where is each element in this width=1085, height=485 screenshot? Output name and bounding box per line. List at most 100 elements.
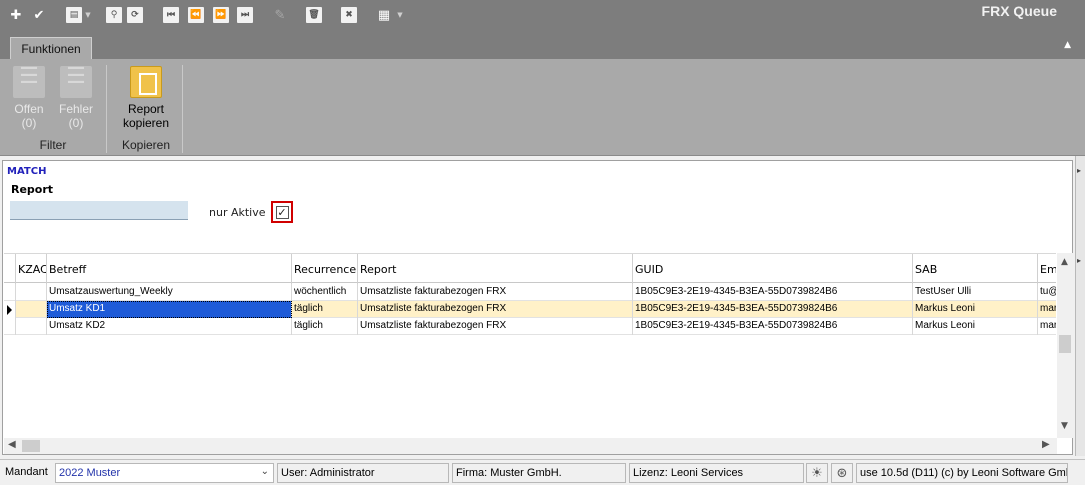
horizontal-scroll-thumb[interactable]: [22, 440, 40, 452]
group-label-kopieren: Kopieren: [121, 138, 171, 152]
splitter-arrow-icon: ▸: [1077, 166, 1082, 175]
network-icon[interactable]: ⊛: [831, 463, 853, 483]
plus-icon[interactable]: ✚: [8, 7, 24, 23]
offen-count: (0): [21, 116, 37, 130]
row-indicator: [4, 318, 16, 335]
offen-label: Offen: [14, 102, 44, 116]
cell-betreff[interactable]: Umsatz KD2: [47, 318, 292, 335]
row-indicator: [4, 301, 16, 318]
fehler-button[interactable]: Fehler (0): [54, 66, 98, 136]
cell-sab[interactable]: Markus Leoni: [913, 301, 1038, 318]
column-header-kzac[interactable]: KZAC: [16, 254, 47, 284]
tab-funktionen[interactable]: Funktionen: [10, 37, 92, 59]
cell-betreff-focused[interactable]: Umsatz KD1: [47, 301, 292, 318]
cell-guid[interactable]: 1B05C9E3-2E19-4345-B3EA-55D0739824B6: [633, 284, 913, 301]
cell-recurrence[interactable]: täglich: [292, 301, 358, 318]
status-bar: Mandant 2022 Muster ⌄ User: Administrato…: [0, 459, 1085, 485]
list-icon: [60, 66, 92, 98]
cell-emp[interactable]: mar: [1038, 318, 1056, 335]
group-label-filter: Filter: [39, 138, 67, 152]
status-firma: Firma: Muster GmbH.: [452, 463, 626, 483]
column-header-betreff[interactable]: Betreff: [47, 254, 292, 284]
ribbon-tab-strip: Funktionen ▲: [0, 34, 1085, 59]
scroll-right-icon[interactable]: ▶: [1042, 439, 1050, 450]
cell-sab[interactable]: TestUser Ulli: [913, 284, 1038, 301]
side-splitter[interactable]: ▸ ▸: [1075, 156, 1085, 456]
scroll-down-icon[interactable]: ▼: [1061, 421, 1068, 431]
nur-aktive-highlight: ✓: [271, 201, 293, 223]
mandant-select[interactable]: 2022 Muster ⌄: [55, 463, 274, 483]
chevron-down-icon[interactable]: ⌄: [261, 466, 269, 477]
edit-icon[interactable]: ✎: [272, 7, 288, 23]
report-kopieren-label-1: Report: [127, 102, 165, 116]
print-icon[interactable]: ▤: [66, 7, 82, 23]
group-separator: [106, 65, 107, 153]
status-user: User: Administrator: [277, 463, 449, 483]
sun-icon[interactable]: ☀: [806, 463, 828, 483]
copy-report-icon: [130, 66, 162, 98]
report-label: Report: [11, 183, 54, 196]
column-header-emp[interactable]: Emp: [1038, 254, 1056, 284]
report-input[interactable]: [10, 201, 188, 220]
main-panel: MATCH Report nur Aktive ✓ KZAC Betreff R…: [2, 160, 1073, 455]
check-icon[interactable]: ✔: [31, 7, 47, 23]
vertical-scrollbar[interactable]: ▲ ▼: [1057, 253, 1073, 438]
scroll-up-icon[interactable]: ▲: [1061, 257, 1068, 267]
fehler-label: Fehler: [58, 102, 93, 116]
scroll-left-icon[interactable]: ◀: [8, 439, 16, 450]
table-row-selected[interactable]: Umsatz KD1 täglich Umsatzliste fakturabe…: [4, 301, 1056, 318]
cell-report[interactable]: Umsatzliste fakturabezogen FRX: [358, 284, 633, 301]
previous-record-icon[interactable]: ⏪: [188, 7, 204, 23]
cell-emp[interactable]: mar: [1038, 301, 1056, 318]
horizontal-scrollbar[interactable]: ◀ ▶: [4, 438, 1057, 454]
close-icon[interactable]: ✖: [341, 7, 357, 23]
list-icon: [13, 66, 45, 98]
table-row[interactable]: Umsatzauswertung_Weekly wöchentlich Umsa…: [4, 284, 1056, 301]
cell-guid[interactable]: 1B05C9E3-2E19-4345-B3EA-55D0739824B6: [633, 301, 913, 318]
cell-kzac[interactable]: [16, 301, 47, 318]
cell-betreff[interactable]: Umsatzauswertung_Weekly: [47, 284, 292, 301]
first-record-icon[interactable]: ⏮: [163, 7, 179, 23]
row-indicator-header: [4, 254, 16, 284]
column-header-guid[interactable]: GUID: [633, 254, 913, 284]
print-dropdown-icon[interactable]: ▼: [84, 7, 92, 23]
nur-aktive-label: nur Aktive: [209, 206, 266, 219]
app-title: FRX Queue: [981, 3, 1057, 19]
cell-kzac[interactable]: [16, 318, 47, 335]
row-indicator: [4, 284, 16, 301]
cell-report[interactable]: Umsatzliste fakturabezogen FRX: [358, 301, 633, 318]
cell-report[interactable]: Umsatzliste fakturabezogen FRX: [358, 318, 633, 335]
column-header-report[interactable]: Report: [358, 254, 633, 284]
table-row[interactable]: Umsatz KD2 täglich Umsatzliste fakturabe…: [4, 318, 1056, 335]
cell-guid[interactable]: 1B05C9E3-2E19-4345-B3EA-55D0739824B6: [633, 318, 913, 335]
cell-recurrence[interactable]: täglich: [292, 318, 358, 335]
cell-sab[interactable]: Markus Leoni: [913, 318, 1038, 335]
nur-aktive-checkbox[interactable]: ✓: [275, 205, 289, 219]
cell-emp[interactable]: tu@: [1038, 284, 1056, 301]
status-version: use 10.5d (D11) (c) by Leoni Software Gm…: [856, 463, 1068, 483]
report-kopieren-button[interactable]: Report kopieren: [120, 66, 172, 136]
status-lizenz: Lizenz: Leoni Services: [629, 463, 804, 483]
column-header-sab[interactable]: SAB: [913, 254, 1038, 284]
last-record-icon[interactable]: ⏭: [237, 7, 253, 23]
delete-icon[interactable]: 🗑: [306, 7, 322, 23]
cell-kzac[interactable]: [16, 284, 47, 301]
grid-header: KZAC Betreff Recurrence Report GUID SAB …: [4, 253, 1056, 284]
current-row-arrow-icon: [7, 305, 12, 315]
splitter-arrow-icon: ▸: [1077, 256, 1082, 265]
mandant-value: 2022 Muster: [59, 467, 121, 479]
match-section-title: MATCH: [7, 166, 47, 177]
next-record-icon[interactable]: ⏩: [213, 7, 229, 23]
vertical-scroll-thumb[interactable]: [1059, 335, 1071, 353]
column-header-recurrence[interactable]: Recurrence: [292, 254, 358, 284]
grid-icon[interactable]: ▦: [376, 7, 392, 23]
refresh-icon[interactable]: ⟳: [127, 7, 143, 23]
data-grid: KZAC Betreff Recurrence Report GUID SAB …: [4, 253, 1056, 438]
grid-dropdown-icon[interactable]: ▼: [396, 7, 404, 23]
search-icon[interactable]: ⚲: [106, 7, 122, 23]
collapse-ribbon-icon[interactable]: ▲: [1064, 40, 1071, 50]
report-kopieren-label-2: kopieren: [122, 116, 170, 130]
offen-button[interactable]: Offen (0): [7, 66, 51, 136]
cell-recurrence[interactable]: wöchentlich: [292, 284, 358, 301]
group-separator: [182, 65, 183, 153]
